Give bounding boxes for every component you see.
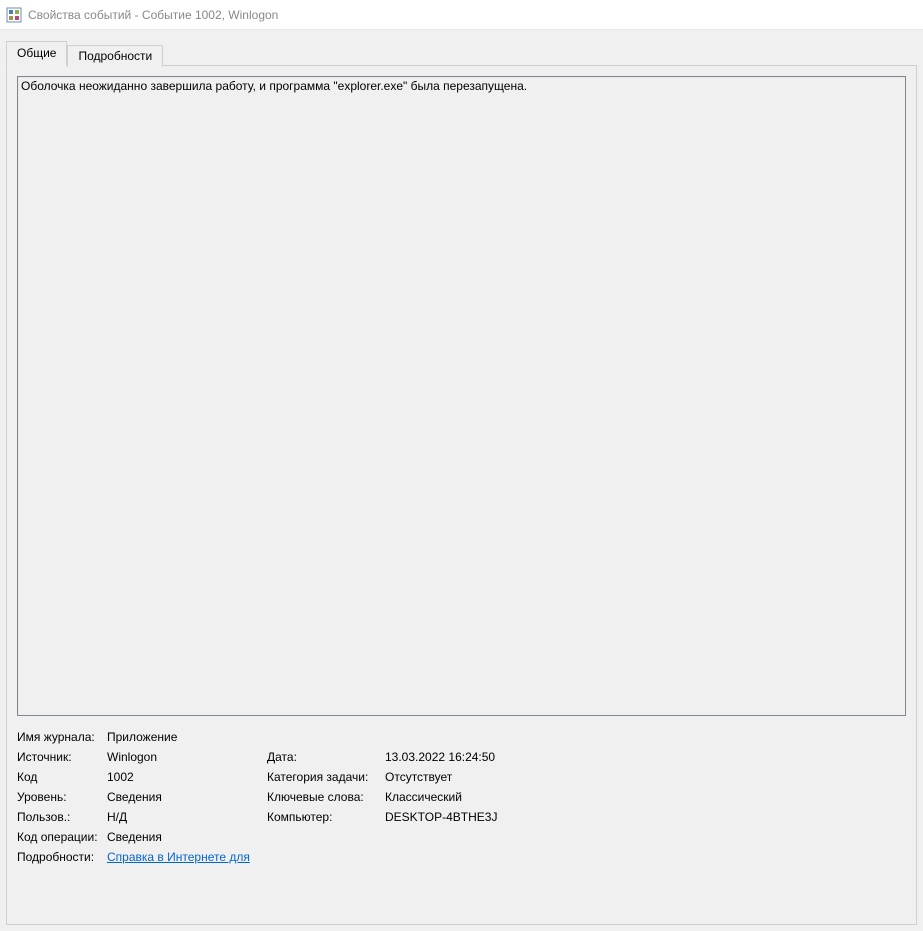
value-keywords: Классический	[385, 790, 906, 804]
label-more-info: Подробности:	[17, 850, 107, 864]
row-user: Пользов.: Н/Д Компьютер: DESKTOP-4BTHE3J	[17, 810, 906, 824]
tab-strip: Общие Подробности	[6, 40, 917, 65]
content-area: Общие Подробности Оболочка неожиданно за…	[0, 30, 923, 931]
row-log-name: Имя журнала: Приложение	[17, 730, 906, 744]
label-keywords: Ключевые слова:	[267, 790, 385, 804]
app-icon	[6, 7, 22, 23]
event-description[interactable]: Оболочка неожиданно завершила работу, и …	[17, 76, 906, 716]
row-source: Источник: Winlogon Дата: 13.03.2022 16:2…	[17, 750, 906, 764]
row-more-info: Подробности: Справка в Интернете для	[17, 850, 906, 864]
value-log-name: Приложение	[107, 730, 267, 744]
value-event-id: 1002	[107, 770, 267, 784]
label-user: Пользов.:	[17, 810, 107, 824]
label-event-id: Код	[17, 770, 107, 784]
value-computer: DESKTOP-4BTHE3J	[385, 810, 906, 824]
row-opcode: Код операции: Сведения	[17, 830, 906, 844]
value-task-category: Отсутствует	[385, 770, 906, 784]
titlebar: Свойства событий - Событие 1002, Winlogo…	[0, 0, 923, 30]
label-computer: Компьютер:	[267, 810, 385, 824]
label-date: Дата:	[267, 750, 385, 764]
window-title: Свойства событий - Событие 1002, Winlogo…	[28, 8, 278, 22]
tab-panel-general: Оболочка неожиданно завершила работу, и …	[6, 65, 917, 925]
row-event-id: Код 1002 Категория задачи: Отсутствует	[17, 770, 906, 784]
value-user: Н/Д	[107, 810, 267, 824]
value-opcode: Сведения	[107, 830, 267, 844]
row-level: Уровень: Сведения Ключевые слова: Класси…	[17, 790, 906, 804]
tab-general[interactable]: Общие	[6, 41, 67, 66]
label-task-category: Категория задачи:	[267, 770, 385, 784]
label-level: Уровень:	[17, 790, 107, 804]
label-log-name: Имя журнала:	[17, 730, 107, 744]
help-link[interactable]: Справка в Интернете для	[107, 850, 250, 864]
event-properties: Имя журнала: Приложение Источник: Winlog…	[17, 730, 906, 864]
tab-details[interactable]: Подробности	[67, 45, 163, 67]
value-source: Winlogon	[107, 750, 267, 764]
label-source: Источник:	[17, 750, 107, 764]
label-opcode: Код операции:	[17, 830, 107, 844]
value-date: 13.03.2022 16:24:50	[385, 750, 906, 764]
value-level: Сведения	[107, 790, 267, 804]
